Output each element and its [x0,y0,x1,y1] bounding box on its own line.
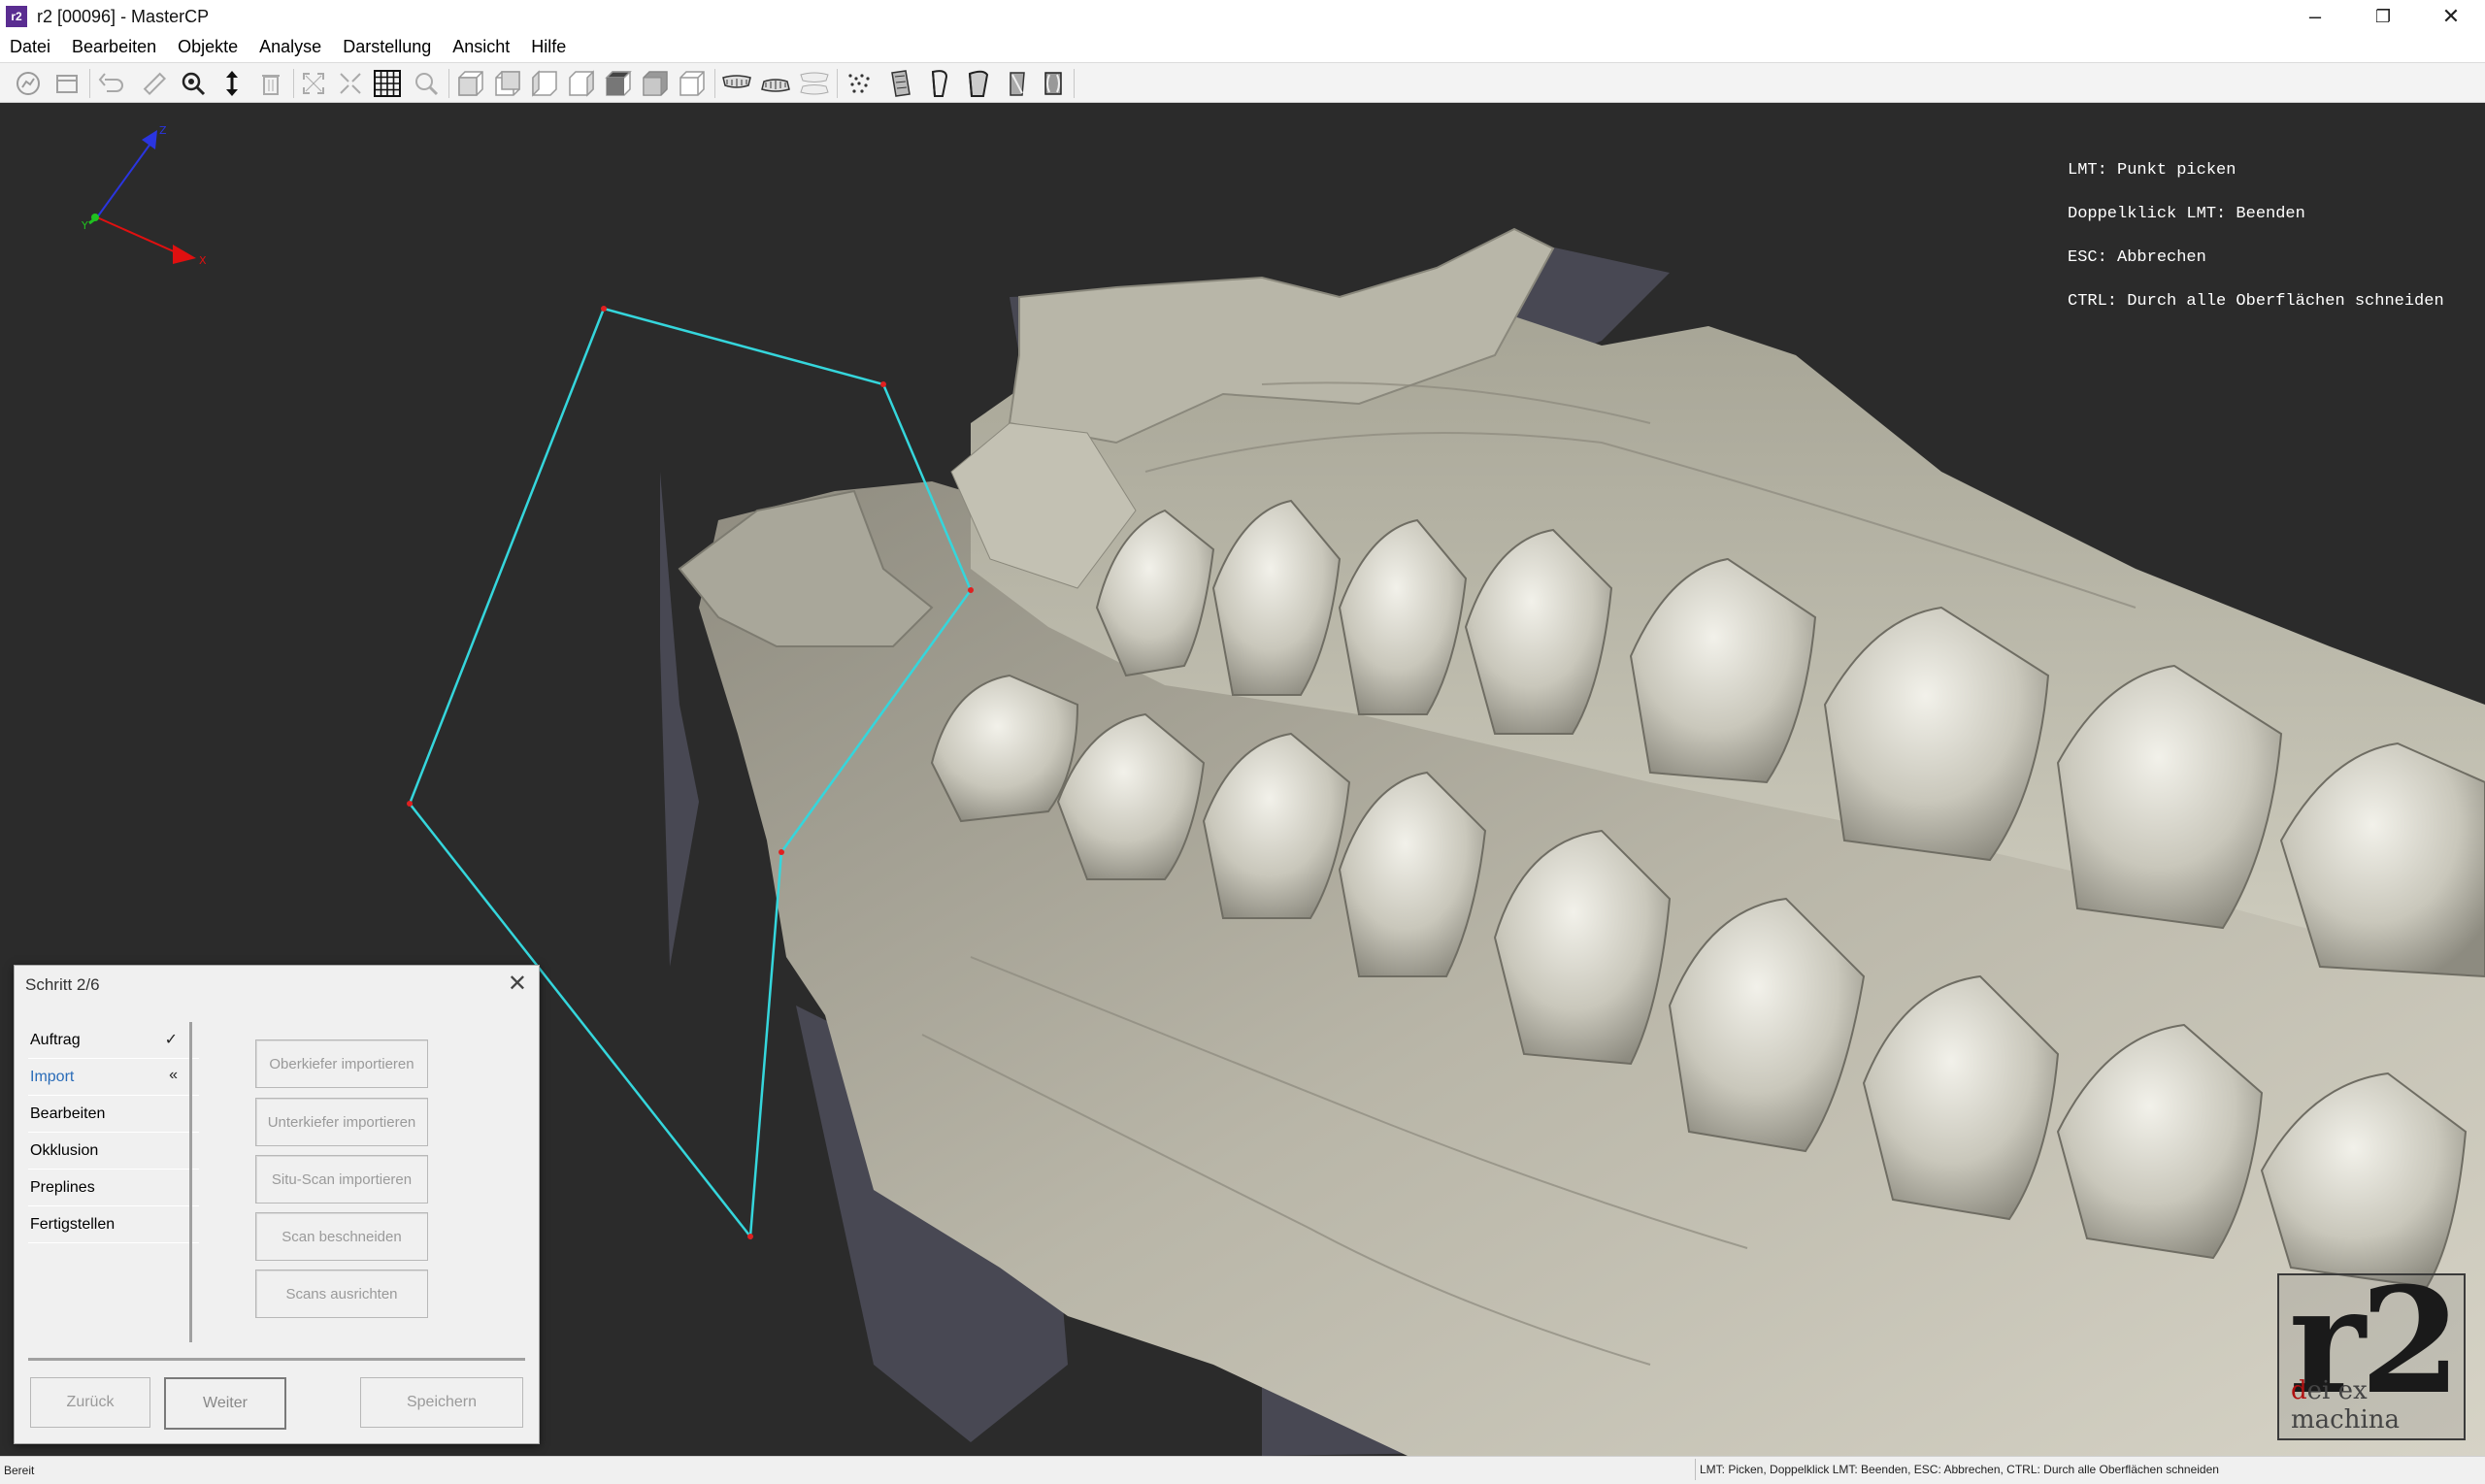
polygon-vertex[interactable] [779,849,784,855]
next-button[interactable]: Weiter [164,1377,286,1430]
hint-overlay: LMT: Punkt picken Doppelklick LMT: Beend… [2068,134,2444,338]
axis-z-label: Z [159,124,167,137]
view-iso-icon[interactable] [676,67,709,100]
hint-line: CTRL: Durch alle Oberflächen schneiden [2068,292,2444,311]
upper-jaw-icon[interactable] [720,67,753,100]
expand-icon[interactable] [297,67,330,100]
hint-line: Doppelklick LMT: Beenden [2068,205,2305,223]
import-lower-jaw-button[interactable]: Unterkiefer importieren [255,1098,428,1146]
toolbar [0,62,2485,103]
step-fertigstellen[interactable]: Fertigstellen [28,1206,199,1243]
hint-line: ESC: Abbrechen [2068,248,2206,267]
view-bottom-icon[interactable] [639,67,672,100]
polygon-vertex[interactable] [747,1234,753,1239]
step-label: Fertigstellen [30,1215,116,1233]
menu-datei[interactable]: Datei [0,37,61,57]
step-label: Okklusion [30,1141,99,1159]
menu-hilfe[interactable]: Hilfe [520,37,577,57]
zoom-target-icon[interactable] [177,67,210,100]
step-okklusion[interactable]: Okklusion [28,1133,199,1170]
die-3-icon[interactable] [961,67,994,100]
chart-icon[interactable] [12,67,45,100]
die-4-icon[interactable] [1000,67,1033,100]
save-button[interactable]: Speichern [360,1377,523,1428]
menu-ansicht[interactable]: Ansicht [442,37,520,57]
status-hint: LMT: Picken, Doppelklick LMT: Beenden, E… [1695,1459,2485,1480]
close-button[interactable]: ✕ [2417,0,2485,33]
title-bar: r2 r2 [00096] - MasterCP – ❐ ✕ [0,0,2485,33]
window-title: r2 [00096] - MasterCP [37,6,210,26]
view-right-icon[interactable] [565,67,598,100]
step-bearbeiten[interactable]: Bearbeiten [28,1096,199,1133]
menu-analyse[interactable]: Analyse [248,37,332,57]
check-icon: ✓ [164,1032,178,1048]
minimize-button[interactable]: – [2281,0,2349,33]
polygon-vertex[interactable] [601,306,607,312]
step-label: Auftrag [30,1031,81,1048]
step-label: Preplines [30,1178,95,1196]
step-auftrag[interactable]: Auftrag ✓ [28,1022,199,1059]
axis-x-label: X [199,254,207,267]
double-chevron-left-icon: « [169,1067,178,1083]
import-upper-jaw-button[interactable]: Oberkiefer importieren [255,1039,428,1088]
dialog-title: Schritt 2/6 [25,975,100,994]
step-preplines[interactable]: Preplines [28,1170,199,1206]
die-1-icon[interactable] [883,67,916,100]
polygon-vertex[interactable] [880,381,886,387]
menu-bearbeiten[interactable]: Bearbeiten [61,37,167,57]
r2-logo: r2 dei ex machina [2277,1256,2466,1440]
step-label: Import [30,1068,75,1085]
status-ready: Bereit [4,1464,35,1477]
points-icon[interactable] [843,67,876,100]
import-wizard-dialog: Schritt 2/6 ✕ Auftrag ✓ Import « Bearbei… [14,965,540,1444]
dialog-close-icon[interactable]: ✕ [508,970,527,998]
app-icon: r2 [6,6,27,27]
steps-divider [189,1022,192,1342]
lower-jaw-icon[interactable] [759,67,792,100]
die-2-icon[interactable] [922,67,955,100]
view-back-icon[interactable] [491,67,524,100]
step-label: Bearbeiten [30,1105,106,1122]
dialog-divider [28,1358,525,1361]
restore-button[interactable]: ❐ [2349,0,2417,33]
axis-y-label: Y [81,219,88,232]
die-5-icon[interactable] [1037,67,1070,100]
hint-line: LMT: Punkt picken [2068,161,2236,180]
grid-icon[interactable] [371,67,404,100]
step-list: Auftrag ✓ Import « Bearbeiten Okklusion … [28,1022,199,1243]
status-bar: Bereit LMT: Picken, Doppelklick LMT: Bee… [0,1456,2485,1484]
menu-objekte[interactable]: Objekte [167,37,248,57]
axis-triad: Z X Y [81,124,207,267]
both-jaws-icon[interactable] [798,67,831,100]
box-icon[interactable] [50,67,83,100]
view-left-icon[interactable] [528,67,561,100]
vertical-arrows-icon[interactable] [215,67,248,100]
undo-icon[interactable] [95,67,128,100]
magnifier-icon[interactable] [410,67,443,100]
logo-tagline: dei ex machina [2291,1376,2401,1435]
polygon-vertex[interactable] [407,801,413,807]
step-import[interactable]: Import « [28,1059,199,1096]
back-button[interactable]: Zurück [30,1377,150,1428]
menu-bar: Datei Bearbeiten Objekte Analyse Darstel… [0,33,2485,60]
trash-icon[interactable] [254,67,287,100]
ruler-icon[interactable] [138,67,171,100]
menu-darstellung[interactable]: Darstellung [332,37,442,57]
polygon-vertex[interactable] [968,587,974,593]
align-scans-button[interactable]: Scans ausrichten [255,1270,428,1318]
import-situ-scan-button[interactable]: Situ-Scan importieren [255,1155,428,1204]
collapse-icon[interactable] [334,67,367,100]
view-front-icon[interactable] [454,67,487,100]
view-top-icon[interactable] [602,67,635,100]
trim-scan-button[interactable]: Scan beschneiden [255,1212,428,1261]
